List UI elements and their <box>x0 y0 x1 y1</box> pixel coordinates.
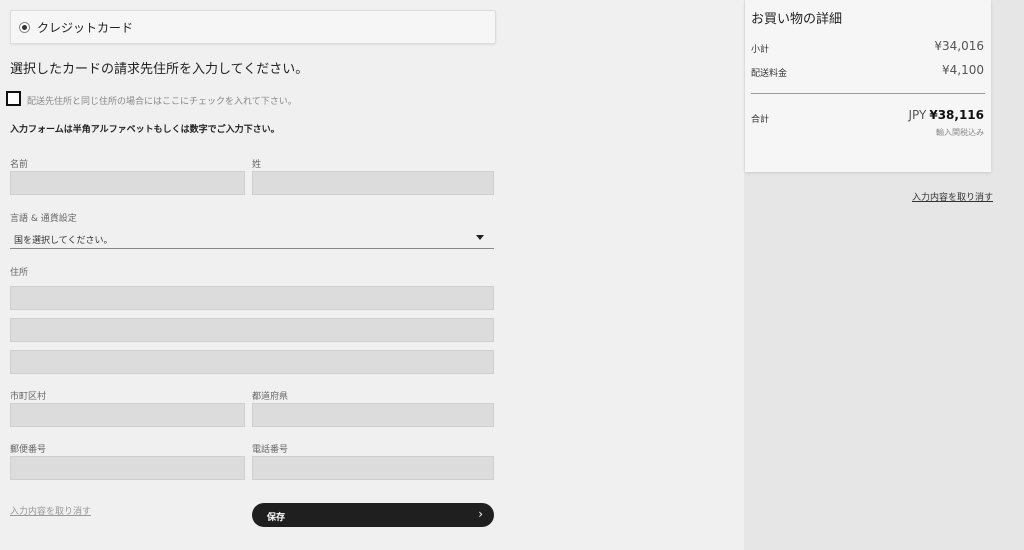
total-amount: ¥38,116 <box>929 108 984 122</box>
tax-note: 輸入関税込み <box>936 128 984 137</box>
first-name-field[interactable] <box>10 171 245 195</box>
country-select-value: 国を選択してください。 <box>14 236 113 246</box>
payment-option-credit-card[interactable]: クレジットカード <box>10 10 496 44</box>
save-button-label: 保存 <box>267 513 286 523</box>
address-line-2-field[interactable] <box>10 318 494 342</box>
address-line-1-field[interactable] <box>10 286 494 310</box>
same-address-checkbox[interactable] <box>6 91 21 106</box>
caret-down-icon <box>476 235 484 240</box>
subtotal-value: ¥34,016 <box>934 39 984 53</box>
subtotal-label: 小計 <box>751 45 770 55</box>
first-name-label: 名前 <box>10 160 29 170</box>
language-currency-label: 言語 & 通貨設定 <box>10 214 77 224</box>
summary-title: お買い物の詳細 <box>751 12 843 27</box>
shipping-value: ¥4,100 <box>942 63 984 77</box>
shipping-label: 配送料金 <box>751 69 788 79</box>
input-note: 入力フォームは半角アルファベットもしくは数字でご入力下さい。 <box>10 125 280 135</box>
same-address-label: 配送先住所と同じ住所の場合にはここにチェックを入れて下さい。 <box>27 97 297 107</box>
last-name-field[interactable] <box>252 171 494 195</box>
total-currency: JPY <box>908 108 927 122</box>
total-label: 合計 <box>751 115 770 125</box>
clear-form-link[interactable]: 入力内容を取り消す <box>10 504 91 517</box>
last-name-label: 姓 <box>252 160 262 170</box>
billing-title: 選択したカードの請求先住所を入力してください。 <box>10 62 309 77</box>
city-field[interactable] <box>10 403 245 427</box>
postal-code-field[interactable] <box>10 456 245 480</box>
prefecture-label: 都道府県 <box>252 392 289 402</box>
postal-code-label: 郵便番号 <box>10 445 47 455</box>
address-label: 住所 <box>10 268 29 278</box>
billing-form-panel: クレジットカード 選択したカードの請求先住所を入力してください。 配送先住所と同… <box>0 0 744 550</box>
payment-option-label: クレジットカード <box>37 21 134 35</box>
radio-selected-icon[interactable] <box>19 22 30 33</box>
summary-divider <box>751 93 985 94</box>
chevron-right-icon: › <box>478 507 483 521</box>
prefecture-field[interactable] <box>252 403 494 427</box>
order-summary-panel: お買い物の詳細 小計 ¥34,016 配送料金 ¥4,100 合計 JPY ¥38… <box>745 0 991 172</box>
phone-field[interactable] <box>252 456 494 480</box>
total-value: JPY ¥38,116 <box>909 108 985 122</box>
address-line-3-field[interactable] <box>10 350 494 374</box>
country-select[interactable]: 国を選択してください。 <box>10 226 494 249</box>
city-label: 市町区村 <box>10 392 47 402</box>
save-button[interactable]: 保存 › <box>252 503 494 527</box>
phone-label: 電話番号 <box>252 445 289 455</box>
summary-clear-link[interactable]: 入力内容を取り消す <box>912 190 993 203</box>
